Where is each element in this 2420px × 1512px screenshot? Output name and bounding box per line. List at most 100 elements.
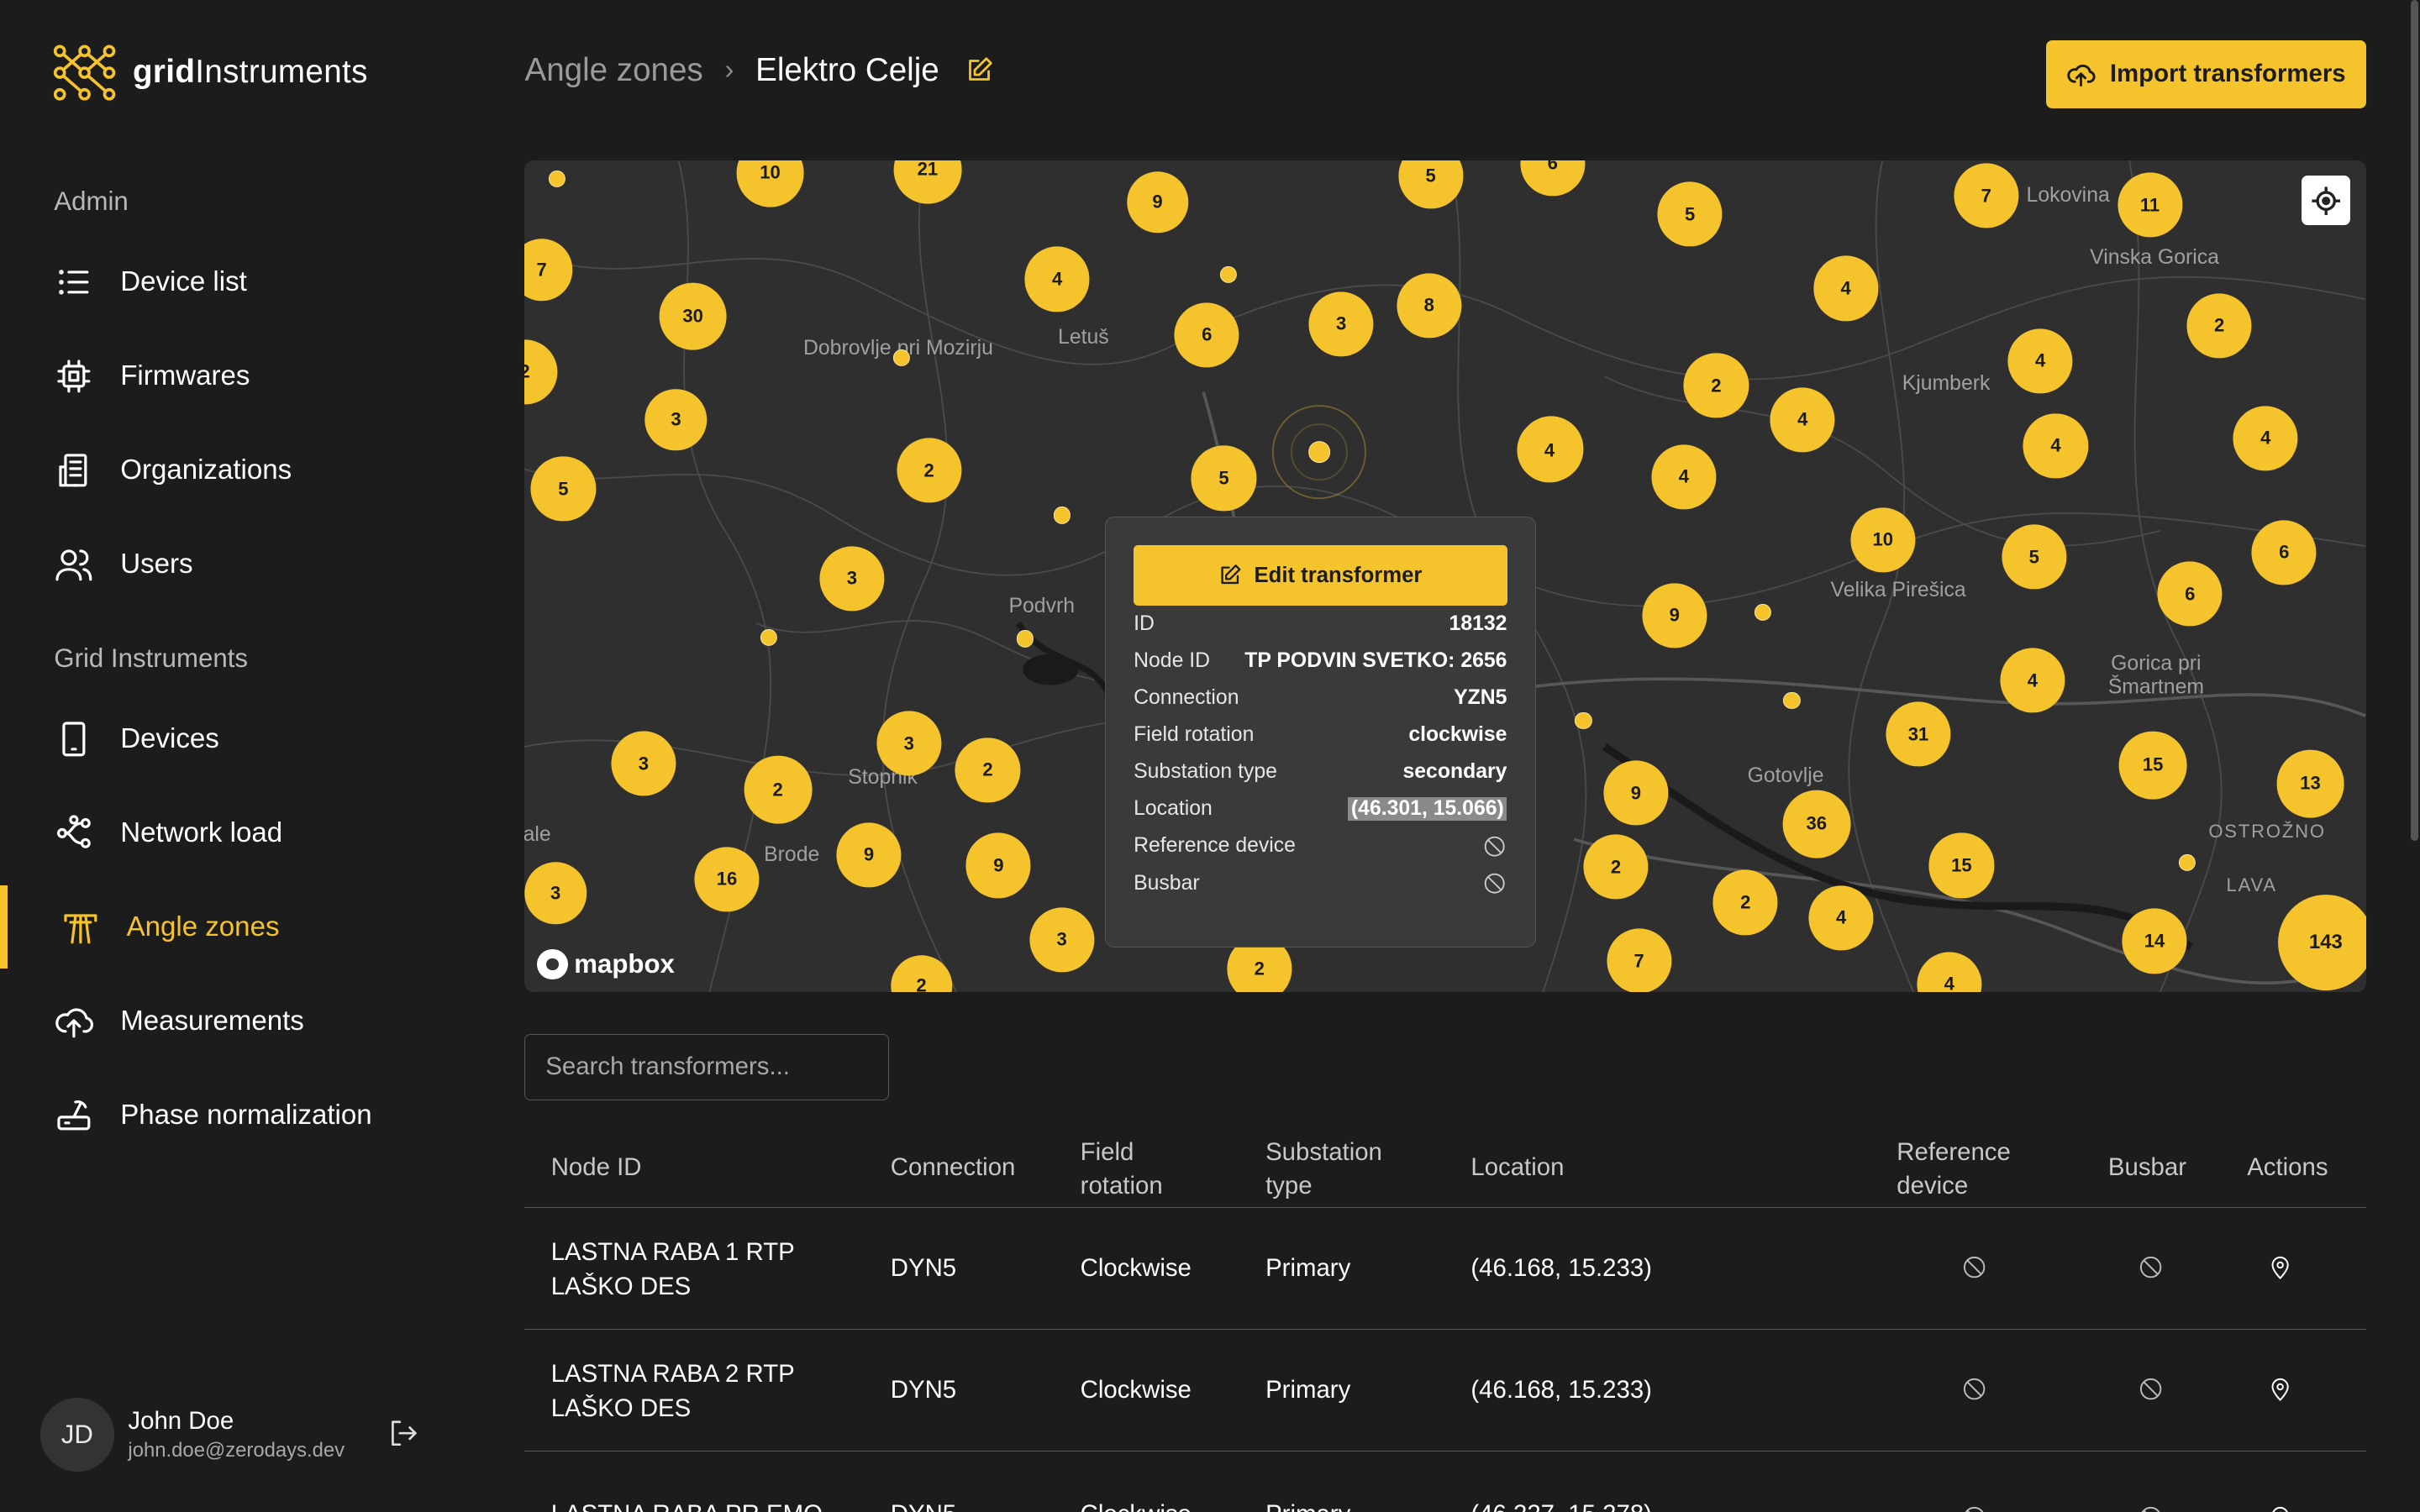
upload-cloud-icon bbox=[2067, 64, 2096, 87]
cluster-marker[interactable]: 2 bbox=[1583, 834, 1649, 900]
cluster-marker[interactable]: 4 bbox=[2000, 648, 2065, 713]
cluster-marker[interactable]: 4 bbox=[1813, 255, 1879, 322]
cluster-marker[interactable]: 2 bbox=[955, 737, 1021, 803]
table-row[interactable]: LASTNA RABA 2 RTP LAŠKO DES DYN5 Clockwis… bbox=[524, 1330, 2366, 1452]
cluster-marker[interactable]: 13 bbox=[2276, 749, 2344, 818]
cluster-marker[interactable]: 4 bbox=[1651, 444, 1717, 510]
cluster-marker[interactable]: 6 bbox=[2251, 519, 2317, 585]
cluster-marker[interactable]: 3 bbox=[1029, 906, 1095, 973]
cluster-marker[interactable]: 5 bbox=[2002, 524, 2067, 590]
cluster-marker[interactable]: 30 bbox=[659, 282, 728, 350]
cluster-marker[interactable]: 9 bbox=[1603, 760, 1669, 826]
sidebar-item-organizations[interactable]: Organizations bbox=[0, 429, 463, 512]
list-icon bbox=[52, 260, 95, 303]
place-label: Gotovlje bbox=[1747, 764, 1824, 788]
cluster-marker[interactable]: 11 bbox=[2117, 172, 2183, 238]
cluster-marker[interactable]: 4 bbox=[1808, 885, 1874, 951]
map-pin-icon[interactable] bbox=[2267, 1376, 2295, 1404]
cluster-marker[interactable]: 31 bbox=[1886, 701, 1951, 767]
cluster-marker[interactable]: 4 bbox=[2007, 328, 2073, 394]
cluster-marker[interactable]: 14 bbox=[2122, 908, 2187, 974]
breadcrumb-parent[interactable]: Angle zones bbox=[524, 52, 702, 89]
sidebar-item-users[interactable]: Users bbox=[0, 523, 463, 606]
cluster-marker[interactable]: 3 bbox=[611, 731, 676, 796]
cluster-marker[interactable]: 8 bbox=[1397, 273, 1462, 339]
cluster-marker[interactable]: 3 bbox=[819, 546, 885, 612]
building-icon bbox=[52, 449, 95, 491]
column-header-substation-type[interactable]: Substation type bbox=[1265, 1136, 1382, 1204]
map-pin-icon[interactable] bbox=[2267, 1504, 2295, 1512]
device-icon bbox=[52, 717, 95, 760]
cell-field-rotation: Clockwise bbox=[1080, 1253, 1192, 1282]
cluster-marker[interactable]: 4 bbox=[2023, 413, 2089, 479]
cluster-marker[interactable]: 4 bbox=[1024, 246, 1090, 312]
table-row[interactable]: LASTNA RABA 1 RTP LAŠKO DES DYN5 Clockwis… bbox=[524, 1208, 2366, 1331]
place-label: Brode bbox=[764, 843, 820, 866]
cluster-marker[interactable]: 3 bbox=[1308, 291, 1374, 357]
search-input[interactable] bbox=[524, 1033, 889, 1100]
column-header-busbar[interactable]: Busbar bbox=[2108, 1151, 2186, 1184]
column-header-connection[interactable]: Connection bbox=[891, 1151, 1016, 1184]
cluster-marker[interactable]: 6 bbox=[2157, 561, 2223, 627]
cluster-marker[interactable]: 9 bbox=[1642, 583, 1707, 648]
cluster-marker[interactable]: 143 bbox=[2277, 895, 2366, 991]
column-header-reference-device[interactable]: Reference device bbox=[1897, 1136, 2011, 1204]
cluster-marker[interactable]: 7 bbox=[1606, 928, 1672, 992]
app-logo[interactable]: gridInstruments bbox=[52, 40, 367, 105]
mapbox-attribution[interactable]: mapbox bbox=[537, 948, 675, 980]
page-scrollbar[interactable] bbox=[2410, 0, 2419, 841]
sidebar-item-phase-normalization[interactable]: Phase normalization bbox=[0, 1074, 463, 1157]
users-icon bbox=[52, 543, 95, 586]
sidebar-item-network-load[interactable]: Network load bbox=[0, 791, 463, 874]
crosshair-icon bbox=[2312, 186, 2340, 215]
cluster-marker[interactable]: 9 bbox=[965, 832, 1031, 898]
cluster-marker[interactable]: 4 bbox=[2233, 406, 2298, 471]
import-transformers-button[interactable]: Import transformers bbox=[2046, 39, 2366, 108]
cluster-marker[interactable]: 4 bbox=[1770, 387, 1835, 453]
cluster-marker[interactable]: 15 bbox=[2118, 731, 2187, 800]
cluster-marker[interactable]: 2 bbox=[1683, 353, 1749, 418]
cluster-marker[interactable]: 5 bbox=[1191, 445, 1257, 511]
cluster-marker[interactable]: 3 bbox=[876, 711, 942, 776]
map-pin-icon[interactable] bbox=[2267, 1254, 2295, 1282]
selected-transformer-marker[interactable] bbox=[1308, 441, 1331, 463]
cluster-marker[interactable]: 4 bbox=[1517, 417, 1582, 483]
none-icon bbox=[1482, 834, 1507, 858]
sidebar-item-device-list[interactable]: Device list bbox=[0, 241, 463, 324]
edit-icon[interactable] bbox=[965, 55, 997, 87]
cluster-marker[interactable]: 16 bbox=[694, 847, 760, 912]
cluster-marker[interactable]: 2 bbox=[2186, 292, 2252, 359]
cluster-marker[interactable]: 2 bbox=[897, 438, 962, 503]
cluster-marker[interactable]: 2 bbox=[1712, 869, 1778, 936]
user-name: John Doe bbox=[128, 1407, 234, 1436]
cluster-marker[interactable]: 9 bbox=[836, 822, 902, 888]
logout-icon[interactable] bbox=[386, 1416, 419, 1450]
sidebar-item-devices[interactable]: Devices bbox=[0, 697, 463, 780]
column-header-node-id[interactable]: Node ID bbox=[551, 1151, 642, 1184]
sidebar-item-label: Angle zones bbox=[126, 911, 280, 942]
chip-icon bbox=[52, 354, 95, 397]
upload-cloud-icon bbox=[52, 1000, 95, 1042]
none-icon bbox=[1961, 1504, 1989, 1512]
cluster-marker[interactable]: 5 bbox=[530, 456, 596, 522]
cluster-marker[interactable]: 10 bbox=[1850, 507, 1916, 573]
column-header-field-rotation[interactable]: Field rotation bbox=[1081, 1136, 1163, 1204]
breadcrumb: Angle zones › Elektro Celje bbox=[524, 52, 996, 89]
cell-node-id: LASTNA RABA 1 RTP LAŠKO DES bbox=[550, 1238, 795, 1300]
place-label: Podvrh bbox=[1008, 595, 1076, 618]
sidebar-item-angle-zones[interactable]: Angle zones bbox=[0, 885, 463, 969]
cluster-marker[interactable]: 7 bbox=[1954, 163, 2019, 228]
column-header-location[interactable]: Location bbox=[1470, 1151, 1564, 1184]
table-row[interactable]: LASTNA RABA PR EMO DYN5 Clockwise Primar… bbox=[524, 1452, 2365, 1512]
transformer-popup: Edit transformer ID 18132 Node ID TP POD… bbox=[1105, 517, 1536, 948]
cluster-marker[interactable]: 5 bbox=[1657, 181, 1723, 247]
cluster-marker[interactable]: 6 bbox=[1174, 302, 1239, 368]
mapbox-label: mapbox bbox=[574, 948, 675, 979]
sidebar-item-measurements[interactable]: Measurements bbox=[0, 979, 463, 1063]
sidebar-item-firmwares[interactable]: Firmwares bbox=[0, 335, 463, 418]
geolocate-button[interactable] bbox=[2301, 176, 2351, 226]
cluster-marker[interactable]: 2 bbox=[744, 755, 813, 824]
cluster-marker[interactable]: 36 bbox=[1782, 790, 1851, 858]
edit-transformer-button[interactable]: Edit transformer bbox=[1134, 545, 1507, 606]
cluster-marker[interactable]: 15 bbox=[1928, 832, 1994, 898]
